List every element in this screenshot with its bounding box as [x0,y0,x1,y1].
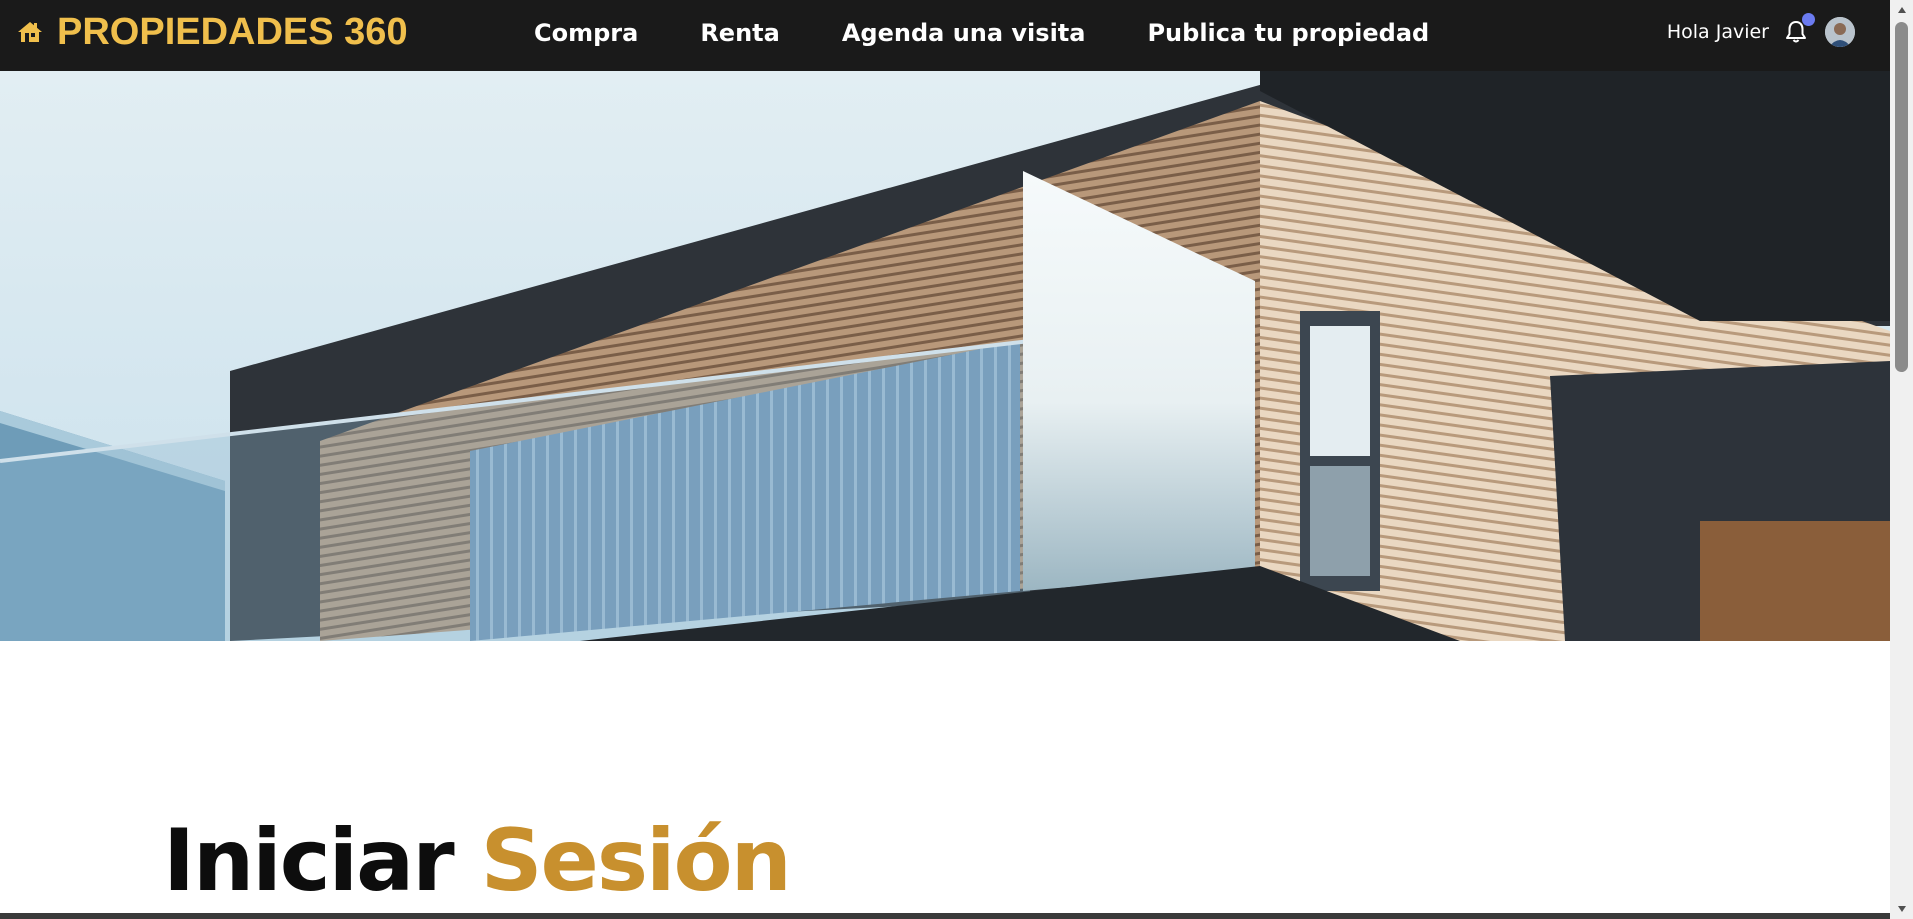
vertical-scrollbar[interactable] [1890,0,1913,919]
scroll-down-arrow-icon[interactable] [1890,899,1913,919]
scroll-thumb[interactable] [1895,22,1908,372]
nav-link-compra[interactable]: Compra [534,19,638,47]
user-area: Hola Javier [1667,0,1855,64]
scroll-up-arrow-icon[interactable] [1890,0,1913,20]
nav-link-publica-propiedad[interactable]: Publica tu propiedad [1147,19,1429,47]
bell-icon [1783,21,1809,49]
login-heading-main: Iniciar [163,811,455,911]
nav-link-renta[interactable]: Renta [700,19,780,47]
notifications-button[interactable] [1783,13,1815,45]
brand-logo-link[interactable]: PROPIEDADES 360 [17,0,408,64]
login-heading-accent: Sesión [480,811,792,911]
page-viewport: PROPIEDADES 360 Compra Renta Agenda una … [0,0,1890,913]
hero-image [0,71,1890,641]
notification-badge [1802,13,1815,26]
nav-link-agenda-visita[interactable]: Agenda una visita [842,19,1086,47]
user-greeting: Hola Javier [1666,21,1769,43]
brand-name: PROPIEDADES 360 [57,10,408,53]
avatar[interactable] [1825,17,1855,47]
top-navbar: PROPIEDADES 360 Compra Renta Agenda una … [0,0,1890,71]
house-icon [17,19,43,45]
login-heading: Iniciar Sesión [163,818,792,904]
main-nav: Compra Renta Agenda una visita Publica t… [534,0,1429,66]
